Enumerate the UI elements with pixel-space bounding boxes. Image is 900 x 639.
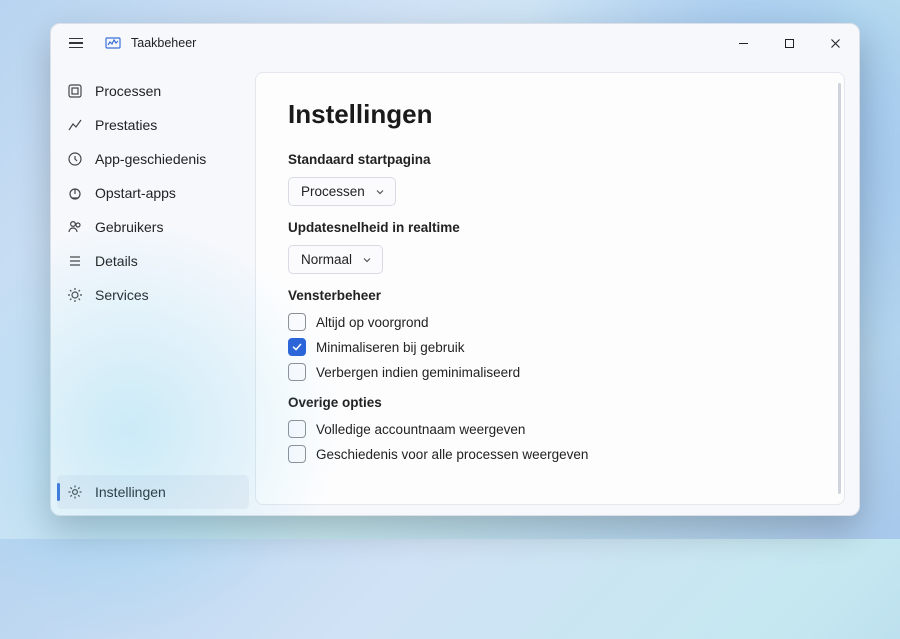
users-icon bbox=[67, 219, 83, 235]
sidebar-item-label: Prestaties bbox=[95, 117, 157, 133]
gear-icon bbox=[67, 484, 83, 500]
sidebar-item-history[interactable]: App-geschiedenis bbox=[57, 142, 249, 176]
sidebar: Processen Prestaties App-geschiedenis Op… bbox=[51, 62, 255, 515]
performance-icon bbox=[67, 117, 83, 133]
section-label-window-mgmt: Vensterbeheer bbox=[288, 288, 812, 303]
checkbox-label: Geschiedenis voor alle processen weergev… bbox=[316, 447, 588, 462]
sidebar-item-label: App-geschiedenis bbox=[95, 151, 206, 167]
checkmark-icon bbox=[291, 341, 303, 353]
services-icon bbox=[67, 287, 83, 303]
window-title: Taakbeheer bbox=[131, 36, 196, 50]
chevron-down-icon bbox=[362, 255, 372, 265]
section-label-update-speed: Updatesnelheid in realtime bbox=[288, 220, 812, 235]
checkbox-label: Verbergen indien geminimaliseerd bbox=[316, 365, 520, 380]
checkbox-label: Minimaliseren bij gebruik bbox=[316, 340, 465, 355]
select-value: Processen bbox=[301, 184, 365, 199]
content-panel: Instellingen Standaard startpagina Proce… bbox=[255, 72, 845, 505]
titlebar: Taakbeheer bbox=[51, 24, 859, 62]
scrollbar[interactable] bbox=[838, 83, 841, 494]
history-icon bbox=[67, 151, 83, 167]
sidebar-item-details[interactable]: Details bbox=[57, 244, 249, 278]
sidebar-item-services[interactable]: Services bbox=[57, 278, 249, 312]
minimize-button[interactable] bbox=[723, 28, 763, 58]
sidebar-item-label: Details bbox=[95, 253, 138, 269]
hamburger-menu-button[interactable] bbox=[59, 28, 93, 58]
chevron-down-icon bbox=[375, 187, 385, 197]
page-title: Instellingen bbox=[288, 99, 812, 130]
sidebar-item-users[interactable]: Gebruikers bbox=[57, 210, 249, 244]
maximize-button[interactable] bbox=[769, 28, 809, 58]
section-label-startpage: Standaard startpagina bbox=[288, 152, 812, 167]
details-icon bbox=[67, 253, 83, 269]
sidebar-item-label: Opstart-apps bbox=[95, 185, 176, 201]
sidebar-item-label: Instellingen bbox=[95, 484, 166, 500]
sidebar-item-settings[interactable]: Instellingen bbox=[57, 475, 249, 509]
checkbox-hide-minimized[interactable] bbox=[288, 363, 306, 381]
update-speed-select[interactable]: Normaal bbox=[288, 245, 383, 274]
sidebar-item-processes[interactable]: Processen bbox=[57, 74, 249, 108]
section-label-other: Overige opties bbox=[288, 395, 812, 410]
checkbox-always-on-top[interactable] bbox=[288, 313, 306, 331]
window: Taakbeheer Processen Prestaties App-gesc… bbox=[50, 23, 860, 516]
sidebar-item-label: Services bbox=[95, 287, 149, 303]
startup-icon bbox=[67, 185, 83, 201]
processes-icon bbox=[67, 83, 83, 99]
checkbox-label: Volledige accountnaam weergeven bbox=[316, 422, 525, 437]
checkbox-minimize-on-use[interactable] bbox=[288, 338, 306, 356]
checkbox-full-account-name[interactable] bbox=[288, 420, 306, 438]
sidebar-item-label: Processen bbox=[95, 83, 161, 99]
sidebar-item-startup[interactable]: Opstart-apps bbox=[57, 176, 249, 210]
sidebar-item-performance[interactable]: Prestaties bbox=[57, 108, 249, 142]
sidebar-item-label: Gebruikers bbox=[95, 219, 163, 235]
checkbox-label: Altijd op voorgrond bbox=[316, 315, 429, 330]
select-value: Normaal bbox=[301, 252, 352, 267]
checkbox-history-all-processes[interactable] bbox=[288, 445, 306, 463]
default-startpage-select[interactable]: Processen bbox=[288, 177, 396, 206]
close-button[interactable] bbox=[815, 28, 855, 58]
app-icon bbox=[105, 35, 121, 51]
